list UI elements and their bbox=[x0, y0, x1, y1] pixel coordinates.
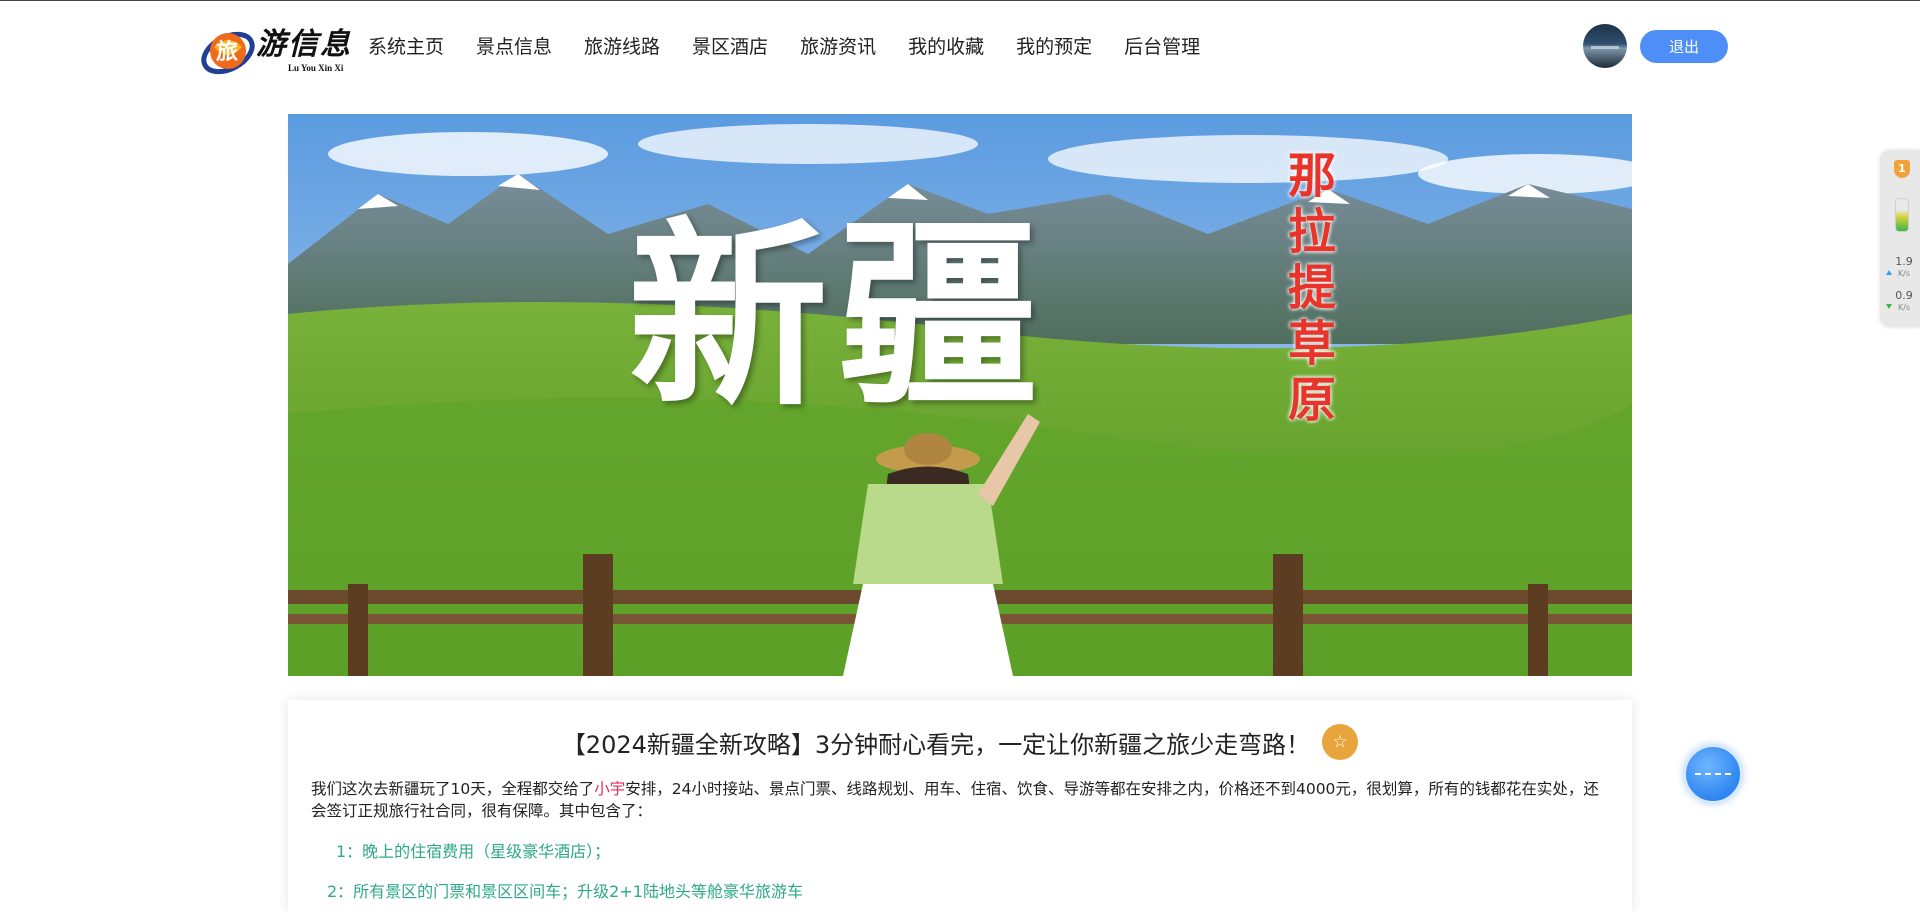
upload-speed: 1.9 bbox=[1895, 255, 1913, 268]
site-header: 旅 游信息 Lu You Xin Xi 系统主页 景点信息 旅游线路 景区酒店 … bbox=[0, 1, 1920, 91]
banner-carousel[interactable]: 新疆 那拉提草原 bbox=[288, 114, 1632, 676]
logout-button[interactable]: 退出 bbox=[1640, 30, 1728, 63]
logo-text: 游信息 bbox=[256, 27, 352, 62]
body-text-before: 我们这次去新疆玩了10天，全程都交给了 bbox=[311, 780, 595, 798]
nav-hotels[interactable]: 景区酒店 bbox=[676, 29, 784, 65]
svg-text:旅: 旅 bbox=[216, 39, 238, 65]
assistant-icon bbox=[1695, 773, 1731, 775]
banner-title-side: 那拉提草原 bbox=[1288, 148, 1337, 428]
nav-bookings[interactable]: 我的预定 bbox=[1000, 29, 1108, 65]
body-highlight: 小宇 bbox=[594, 780, 626, 798]
floating-assistant-button[interactable] bbox=[1684, 745, 1742, 803]
nav-routes[interactable]: 旅游线路 bbox=[568, 29, 676, 65]
favorite-star-icon[interactable]: ☆ bbox=[1322, 724, 1359, 760]
article-title: 【2024新疆全新攻略】3分钟耐心看完，一定让你新疆之旅少走弯路！ bbox=[561, 730, 1311, 759]
upload-unit: K/s bbox=[1897, 269, 1911, 278]
article-body: 我们这次去新疆玩了10天，全程都交给了小宇安排，24小时接站、景点门票、线路规划… bbox=[311, 778, 1609, 822]
banner-title-big: 新疆 bbox=[628, 199, 1049, 434]
battery-icon bbox=[1895, 198, 1909, 232]
nav-news[interactable]: 旅游资讯 bbox=[784, 29, 892, 65]
article-title-row: 【2024新疆全新攻略】3分钟耐心看完，一定让你新疆之旅少走弯路！ ☆ bbox=[288, 724, 1632, 760]
article-list-item: 2：所有景区的门票和景区区间车；升级2+1陆地头等舱豪华旅游车 bbox=[327, 882, 803, 901]
nav-admin[interactable]: 后台管理 bbox=[1108, 29, 1216, 65]
nav-favorites[interactable]: 我的收藏 bbox=[892, 29, 1000, 65]
network-speed-widget[interactable]: 1 1.9 K/s 0.9 K/s bbox=[1880, 150, 1920, 327]
download-speed: 0.9 bbox=[1895, 289, 1913, 302]
carousel-indicator-active[interactable] bbox=[943, 660, 977, 663]
article-card: 【2024新疆全新攻略】3分钟耐心看完，一定让你新疆之旅少走弯路！ ☆ 我们这次… bbox=[288, 700, 1632, 912]
download-unit: K/s bbox=[1897, 303, 1911, 312]
nav-attractions[interactable]: 景点信息 bbox=[460, 29, 568, 65]
main-nav: 系统主页 景点信息 旅游线路 景区酒店 旅游资讯 我的收藏 我的预定 后台管理 bbox=[356, 29, 1216, 65]
logo-mark-icon: 旅 bbox=[201, 31, 255, 75]
logo-subtitle: Lu You Xin Xi bbox=[288, 63, 344, 73]
site-logo[interactable]: 旅 游信息 Lu You Xin Xi bbox=[200, 13, 362, 81]
nav-home[interactable]: 系统主页 bbox=[356, 29, 460, 65]
shield-badge-icon: 1 bbox=[1894, 160, 1910, 178]
article-list-item: 1：晚上的住宿费用（星级豪华酒店）； bbox=[336, 842, 611, 861]
user-avatar[interactable] bbox=[1583, 24, 1627, 68]
